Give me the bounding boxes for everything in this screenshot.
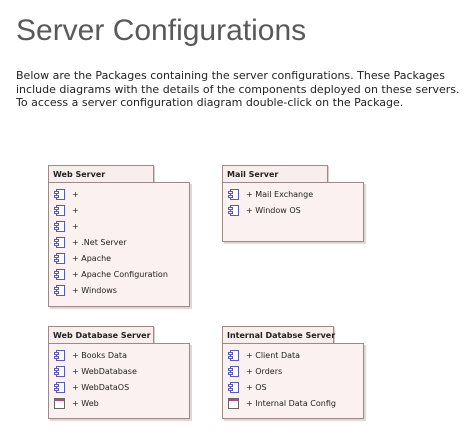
package-body[interactable]: + Books Data + WebDatabase + WebDataOS + We… bbox=[48, 343, 190, 419]
intro-line: include diagrams with the details of the… bbox=[16, 82, 460, 96]
package-element[interactable]: + Apache bbox=[54, 250, 168, 266]
package-element[interactable]: + .Net Server bbox=[54, 234, 168, 250]
package-element-label: + bbox=[72, 189, 79, 199]
package-element-label: + WebDatabase bbox=[72, 366, 137, 376]
component-icon bbox=[54, 381, 65, 393]
package-tab: Web Server bbox=[48, 165, 154, 183]
intro-line: To access a server configuration diagram… bbox=[16, 96, 404, 110]
package-tab: Mail Server bbox=[222, 165, 328, 183]
package-element-label: + .Net Server bbox=[72, 237, 127, 247]
package-element-label: + Windows bbox=[72, 285, 117, 295]
component-icon bbox=[54, 220, 65, 232]
package-element[interactable]: + WebDataOS bbox=[54, 379, 137, 395]
package-element[interactable]: + Apache Configuration bbox=[54, 266, 168, 282]
package-element[interactable]: + Client Data bbox=[228, 347, 336, 363]
component-icon bbox=[228, 188, 239, 200]
package-element-label: + Books Data bbox=[72, 350, 127, 360]
component-icon bbox=[54, 252, 65, 264]
package-element-label: + Orders bbox=[246, 366, 283, 376]
package-element-label: + Client Data bbox=[246, 350, 301, 360]
diagram-icon bbox=[54, 397, 65, 409]
package-tab: Web Database Server bbox=[48, 326, 154, 344]
package-element[interactable]: + bbox=[54, 202, 168, 218]
component-icon bbox=[54, 349, 65, 361]
package-element[interactable]: + bbox=[54, 186, 168, 202]
package-element-label: + bbox=[72, 221, 79, 231]
package-element[interactable]: + Windows bbox=[54, 282, 168, 298]
component-icon bbox=[54, 236, 65, 248]
package-element[interactable]: + Books Data bbox=[54, 347, 137, 363]
package-body[interactable]: + Mail Exchange + Window OS bbox=[222, 182, 364, 242]
component-icon bbox=[54, 188, 65, 200]
component-icon bbox=[228, 204, 239, 216]
package-element[interactable]: + Window OS bbox=[228, 202, 313, 218]
component-icon bbox=[54, 365, 65, 377]
package-element-label: + bbox=[72, 205, 79, 215]
package-element[interactable]: + Orders bbox=[228, 363, 336, 379]
intro-text: Below are the Packages containing the se… bbox=[16, 69, 466, 110]
package-element-label: + Apache bbox=[72, 253, 112, 263]
package-element[interactable]: + OS bbox=[228, 379, 336, 395]
package-element-label: + Window OS bbox=[246, 205, 301, 215]
package-element[interactable]: + WebDatabase bbox=[54, 363, 137, 379]
component-icon bbox=[54, 268, 65, 280]
package-element-label: + Mail Exchange bbox=[246, 189, 314, 199]
component-icon bbox=[54, 204, 65, 216]
diagram-icon bbox=[228, 397, 239, 409]
package-tab: Internal Databse Server bbox=[222, 326, 335, 344]
package-body[interactable]: + Client Data + Orders + OS + Internal Data… bbox=[222, 343, 364, 419]
package-element-label: + Apache Configuration bbox=[72, 269, 168, 279]
component-icon bbox=[228, 349, 239, 361]
package-element[interactable]: + Web bbox=[54, 395, 137, 411]
package-body[interactable]: + + + + .Net Server + Apache + Apache Configu… bbox=[48, 182, 190, 307]
package-element-label: + Internal Data Config bbox=[246, 398, 336, 408]
package-element-label: + Web bbox=[72, 398, 99, 408]
package-element[interactable]: + Mail Exchange bbox=[228, 186, 313, 202]
component-icon bbox=[54, 284, 65, 296]
component-icon bbox=[228, 381, 239, 393]
package-element[interactable]: + bbox=[54, 218, 168, 234]
page-title: Server Configurations bbox=[16, 14, 307, 47]
package-element-label: + WebDataOS bbox=[72, 382, 130, 392]
package-element-label: + OS bbox=[246, 382, 267, 392]
intro-line: Below are the Packages containing the se… bbox=[16, 69, 445, 82]
package-element[interactable]: + Internal Data Config bbox=[228, 395, 336, 411]
component-icon bbox=[228, 365, 239, 377]
